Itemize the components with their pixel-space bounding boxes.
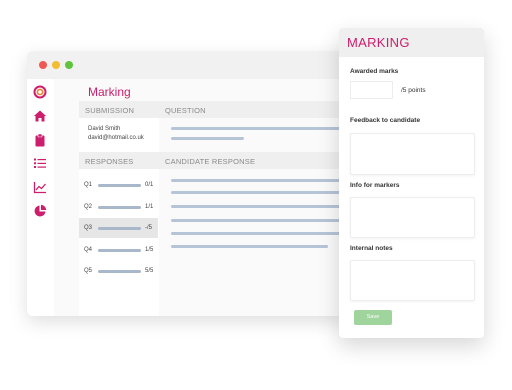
- save-button[interactable]: Save: [354, 310, 392, 325]
- pie-chart-icon[interactable]: [33, 204, 47, 218]
- response-score: 1/1: [145, 204, 154, 210]
- question-header: QUESTION: [165, 106, 206, 115]
- candidate-response-line: [171, 219, 347, 222]
- responses-header: RESPONSES: [85, 157, 134, 166]
- candidate-response-line: [171, 232, 347, 235]
- main-window: Marking SUBMISSION QUESTION David Smith …: [27, 51, 347, 316]
- response-bar: [98, 206, 141, 209]
- question-text-line: [171, 137, 244, 140]
- window-titlebar: [27, 51, 347, 79]
- candidate-name: David Smith: [88, 126, 121, 132]
- response-row-q2[interactable]: Q2 1/1: [79, 197, 158, 217]
- marking-panel-header: MARKING: [339, 28, 484, 57]
- response-row-q3[interactable]: Q3 -/5: [79, 218, 158, 238]
- candidate-response-line: [171, 191, 347, 194]
- candidate-response-line: [171, 205, 347, 208]
- internal-notes-textarea[interactable]: [350, 260, 475, 301]
- page-title: Marking: [88, 85, 131, 99]
- candidate-response-line: [171, 245, 328, 248]
- trend-icon[interactable]: [33, 180, 47, 194]
- question-text-line: [171, 127, 347, 130]
- response-score: -/5: [145, 225, 153, 231]
- points-suffix: /5 points: [401, 87, 426, 94]
- close-window-button[interactable]: [39, 61, 47, 69]
- response-bar: [98, 184, 141, 187]
- maximize-window-button[interactable]: [65, 61, 73, 69]
- logo-icon: [33, 85, 47, 99]
- list-icon[interactable]: [33, 156, 47, 170]
- response-label: Q5: [84, 268, 93, 274]
- awarded-marks-label: Awarded marks: [350, 68, 399, 75]
- marking-panel: MARKING Awarded marks /5 points Feedback…: [339, 28, 484, 338]
- awarded-marks-input[interactable]: [350, 81, 393, 99]
- response-bar: [98, 249, 141, 252]
- response-score: 0/1: [145, 182, 154, 188]
- clipboard-icon[interactable]: [33, 133, 47, 147]
- info-for-markers-label: Info for markers: [350, 182, 400, 189]
- response-row-q5[interactable]: Q5 5/5: [79, 261, 158, 281]
- candidate-email[interactable]: david@hotmail.co.uk: [88, 135, 144, 141]
- response-bar: [98, 227, 141, 230]
- home-icon[interactable]: [33, 109, 47, 123]
- submission-header-row: SUBMISSION QUESTION: [79, 101, 347, 118]
- minimize-window-button[interactable]: [52, 61, 60, 69]
- response-row-q4[interactable]: Q4 1/5: [79, 240, 158, 260]
- submission-header: SUBMISSION: [85, 106, 135, 115]
- feedback-textarea[interactable]: [350, 133, 475, 175]
- content-area: Marking SUBMISSION QUESTION David Smith …: [54, 79, 347, 316]
- feedback-label: Feedback to candidate: [350, 117, 421, 124]
- stage: Marking SUBMISSION QUESTION David Smith …: [0, 0, 512, 390]
- response-label: Q2: [84, 204, 93, 210]
- internal-notes-label: Internal notes: [350, 245, 393, 252]
- response-label: Q3: [84, 225, 93, 231]
- candidate-response-line: [171, 179, 347, 182]
- response-row-q1[interactable]: Q1 0/1: [79, 175, 158, 195]
- info-for-markers-textarea[interactable]: [350, 197, 475, 238]
- response-label: Q4: [84, 247, 93, 253]
- candidate-response-header: CANDIDATE RESPONSE: [165, 157, 256, 166]
- response-label: Q1: [84, 182, 93, 188]
- marking-panel-title: MARKING: [347, 35, 410, 50]
- responses-header-row: RESPONSES CANDIDATE RESPONSE: [79, 152, 347, 169]
- response-score: 1/5: [145, 247, 154, 253]
- response-score: 5/5: [145, 268, 154, 274]
- sidebar: [27, 79, 54, 316]
- response-bar: [98, 270, 141, 273]
